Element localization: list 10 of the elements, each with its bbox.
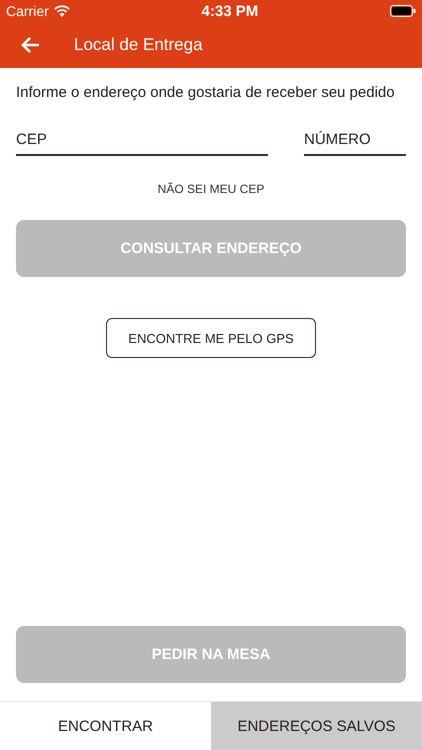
status-time: 4:33 PM bbox=[202, 2, 258, 20]
unknown-cep-link[interactable]: NÃO SEI MEU CEP bbox=[158, 182, 264, 196]
wifi-icon bbox=[54, 5, 70, 17]
battery-icon bbox=[390, 5, 416, 17]
back-arrow-icon[interactable] bbox=[20, 36, 40, 54]
instruction-text: Informe o endereço onde gostaria de receber seu pedido bbox=[16, 84, 396, 101]
tab[interactable]: ENDEREÇOS SALVOS bbox=[211, 702, 422, 750]
screen-title: Local de Entrega bbox=[74, 35, 203, 55]
gps-button[interactable]: ENCONTRE ME PELO GPS bbox=[106, 318, 316, 358]
carrier-label: Carrier bbox=[6, 3, 49, 19]
